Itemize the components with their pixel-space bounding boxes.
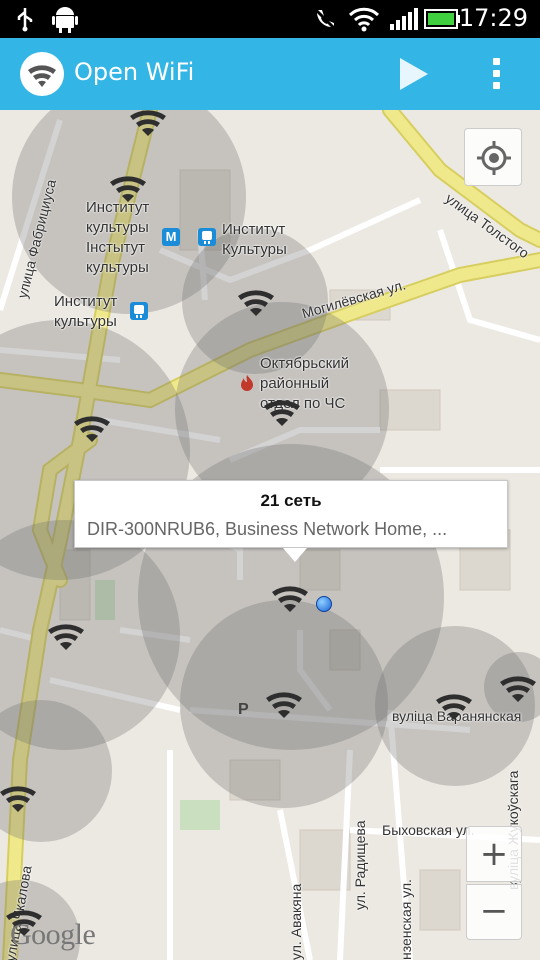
wifi-status-icon: [348, 7, 380, 32]
wifi-hotspot-icon[interactable]: [108, 172, 148, 202]
poi-institute-culture-3: Институт культуры: [54, 293, 118, 330]
rail-icon: [130, 302, 148, 320]
battery-icon: [424, 9, 460, 29]
play-icon[interactable]: [392, 52, 436, 96]
status-bar: 17:29: [0, 0, 540, 38]
locate-icon: [477, 141, 511, 175]
street-label: ул. Радищева: [352, 820, 368, 910]
info-window-subtitle: DIR-300NRUB6, Business Network Home, ...: [87, 519, 448, 539]
wifi-hotspot-icon[interactable]: [0, 782, 38, 812]
overflow-menu-icon[interactable]: [484, 54, 508, 94]
street-label: Быховская ул.: [382, 822, 475, 838]
street-label: нзенская ул.: [398, 879, 414, 960]
usb-icon: [17, 8, 33, 32]
google-attribution: Google: [10, 918, 96, 951]
fire-icon: [241, 375, 253, 391]
info-window-title: 21 сеть: [260, 491, 322, 510]
metro-icon: М: [162, 228, 180, 246]
info-window-pointer: [283, 548, 307, 562]
zoom-in-button[interactable]: +: [466, 826, 522, 882]
android-icon: [52, 7, 78, 33]
wifi-hotspot-icon[interactable]: [128, 110, 168, 136]
signal-icon: [390, 8, 418, 30]
wifi-hotspot-icon[interactable]: [434, 690, 474, 720]
wifi-logo-icon: [20, 52, 64, 96]
street-label: ул. Авакяна: [288, 883, 304, 960]
app-title: Open WiFi: [74, 58, 195, 86]
wifi-hotspot-icon[interactable]: [264, 688, 304, 718]
wifi-hotspot-icon[interactable]: [236, 286, 276, 316]
action-bar: Open WiFi: [0, 38, 540, 110]
poi-institute-culture-2: Институт Культуры: [222, 221, 287, 258]
wifi-hotspot-icon[interactable]: [72, 412, 112, 442]
map-view[interactable]: Институт культуры Інстытут культуры М Ин…: [0, 110, 540, 960]
wifi-hotspot-icon[interactable]: [270, 582, 310, 612]
zoom-out-button[interactable]: −: [466, 884, 522, 940]
mute-icon: [313, 7, 337, 31]
poi-institute-culture-1: Институт культуры Інстытут культуры: [86, 199, 150, 276]
parking-icon: P: [238, 701, 249, 718]
network-info-window[interactable]: 21 сеть DIR-300NRUB6, Business Network H…: [74, 480, 508, 562]
my-location-button[interactable]: [464, 128, 522, 186]
wifi-hotspot-icon[interactable]: [498, 672, 538, 702]
clock: 17:29: [458, 4, 528, 32]
wifi-hotspot-icon[interactable]: [262, 396, 302, 426]
wifi-hotspot-icon[interactable]: [46, 620, 86, 650]
rail-icon: [198, 228, 216, 246]
my-location-marker: [316, 596, 332, 612]
